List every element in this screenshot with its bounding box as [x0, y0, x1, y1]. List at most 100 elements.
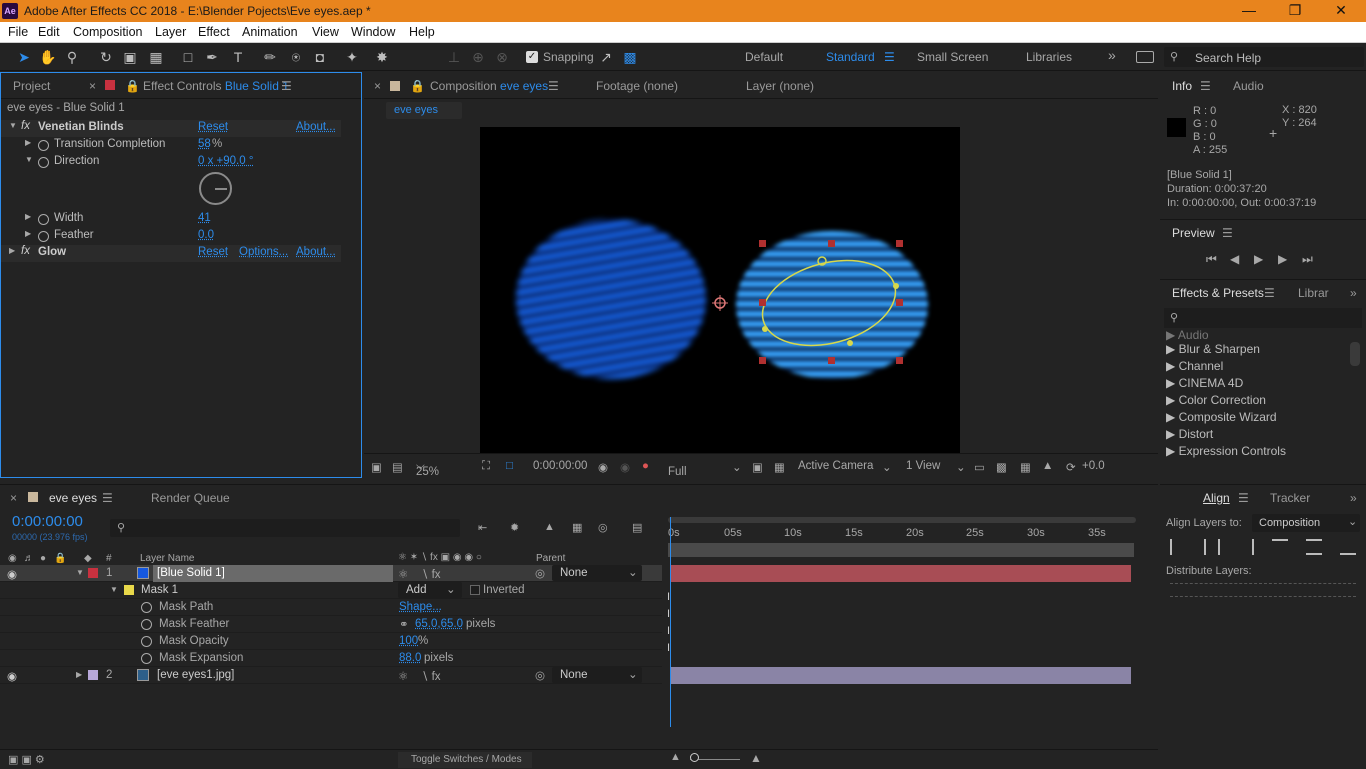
tab-footage[interactable]: Footage (none): [596, 79, 678, 93]
reset-button-glow[interactable]: Reset: [198, 246, 228, 258]
roto-brush-tool-icon[interactable]: ✦: [342, 47, 362, 67]
visibility-eye-icon[interactable]: ◉: [7, 567, 17, 581]
about-button-venetian[interactable]: About...: [296, 121, 336, 133]
layer-name[interactable]: [Blue Solid 1]: [153, 565, 393, 582]
effect-category-channel[interactable]: ▶ Channel: [1166, 359, 1223, 373]
toggle-pixel-aspect-icon[interactable]: ▭: [974, 460, 985, 474]
region-of-interest-icon[interactable]: ▣: [752, 460, 763, 474]
layer-switches[interactable]: ⚛ ∖ fx: [398, 567, 441, 581]
tab-align[interactable]: Align: [1203, 491, 1230, 505]
breadcrumb[interactable]: eve eyes: [386, 102, 462, 119]
mask-vertex[interactable]: [893, 283, 899, 289]
anchor-point-icon[interactable]: [712, 295, 728, 311]
chevron-down-icon[interactable]: ⌄: [956, 460, 966, 474]
menu-edit[interactable]: Edit: [38, 25, 60, 39]
tab-effect-controls[interactable]: Effect Controls Blue Solid 1: [143, 79, 289, 93]
local-axis-icon[interactable]: ⊥: [444, 47, 464, 67]
timeline-icon[interactable]: ▦: [1020, 460, 1031, 474]
tab-close-icon[interactable]: ×: [89, 79, 96, 93]
comp-mini-flowchart-icon[interactable]: ⇤: [478, 521, 487, 534]
lock-icon[interactable]: 🔒: [125, 79, 140, 93]
view-layout-dropdown[interactable]: 1 View: [906, 460, 940, 472]
effect-category-color[interactable]: ▶ Color Correction: [1166, 393, 1266, 407]
panel-menu-icon[interactable]: ☰: [102, 491, 113, 505]
rotation-tool-icon[interactable]: ↻: [96, 47, 116, 67]
monitor-icon[interactable]: ▤: [392, 460, 403, 474]
workspace-standard[interactable]: Standard: [826, 50, 875, 64]
align-to-dropdown[interactable]: Composition ⌄: [1252, 514, 1360, 532]
effects-presets-title[interactable]: Effects & Presets: [1172, 286, 1264, 300]
mask-handle[interactable]: [759, 299, 766, 306]
mask-handle[interactable]: [759, 357, 766, 364]
menu-layer[interactable]: Layer: [155, 25, 186, 39]
scrollbar-thumb[interactable]: [1350, 342, 1360, 366]
effects-search-field[interactable]: ⚲: [1164, 308, 1362, 328]
menu-help[interactable]: Help: [409, 25, 435, 39]
visibility-eye-icon[interactable]: ◉: [7, 669, 17, 683]
menu-window[interactable]: Window: [351, 25, 395, 39]
tab-render-queue[interactable]: Render Queue: [151, 491, 230, 505]
width-value[interactable]: 41: [198, 212, 211, 224]
selection-tool-icon[interactable]: ➤: [14, 47, 34, 67]
chevron-down-icon[interactable]: ⌄: [732, 460, 742, 474]
mask-visibility-icon[interactable]: □: [506, 460, 513, 472]
effect-category-blur[interactable]: ▶ Blur & Sharpen: [1166, 342, 1260, 356]
collapse-triangle-icon[interactable]: ▼: [25, 155, 33, 164]
pickwhip-icon[interactable]: ◎: [535, 668, 545, 682]
minimize-button[interactable]: —: [1226, 1, 1272, 21]
graph-editor-icon[interactable]: ▤: [632, 521, 642, 534]
mask-handle[interactable]: [896, 357, 903, 364]
channel-icon[interactable]: ●: [642, 460, 649, 472]
stopwatch-icon[interactable]: [141, 602, 152, 613]
mask-vertex[interactable]: [847, 340, 853, 346]
time-ruler[interactable]: 0s 05s 10s 15s 20s 25s 30s 35s: [668, 515, 1136, 557]
menu-effect[interactable]: Effect: [198, 25, 230, 39]
puppet-tool-icon[interactable]: ✸: [372, 47, 392, 67]
stopwatch-icon[interactable]: [38, 231, 49, 242]
tab-project[interactable]: Project: [13, 79, 50, 93]
menu-file[interactable]: File: [8, 25, 28, 39]
rectangle-tool-icon[interactable]: □: [178, 47, 198, 67]
direction-dial[interactable]: [199, 172, 232, 205]
effect-category-composite[interactable]: ▶ Composite Wizard: [1166, 410, 1277, 424]
mask-handle[interactable]: [828, 240, 835, 247]
stopwatch-icon[interactable]: [38, 140, 49, 151]
direction-value[interactable]: 0 x +90.0 °: [198, 155, 253, 167]
layer-bar-2[interactable]: [671, 667, 1131, 684]
zoom-dropdown[interactable]: 25% ⌵: [416, 460, 439, 478]
work-area-bar[interactable]: [668, 517, 1136, 523]
workspace-small-screen[interactable]: Small Screen: [917, 50, 988, 64]
tab-layer[interactable]: Layer (none): [746, 79, 814, 93]
type-tool-icon[interactable]: T: [228, 47, 248, 67]
align-bottom-icon[interactable]: [1340, 539, 1356, 555]
eraser-tool-icon[interactable]: ◘: [310, 47, 330, 67]
panel-menu-icon[interactable]: ☰: [548, 79, 559, 93]
first-frame-icon[interactable]: ⏮: [1206, 252, 1217, 267]
fast-previews-icon[interactable]: ▩: [996, 460, 1007, 474]
align-vcenter-icon[interactable]: [1306, 539, 1322, 555]
col-layer-name[interactable]: Layer Name: [140, 553, 194, 564]
layer-switches[interactable]: ⚛ ∖ fx: [398, 669, 441, 683]
stopwatch-icon[interactable]: [38, 214, 49, 225]
snapping-checkbox[interactable]: ✓: [526, 51, 538, 63]
align-left-icon[interactable]: [1170, 539, 1186, 555]
mask-opacity-value[interactable]: 100: [399, 635, 418, 647]
feather-value[interactable]: 0.0: [198, 229, 214, 241]
effect-venetian-blinds[interactable]: ▼ fx Venetian Blinds Reset About...: [1, 120, 341, 137]
tab-info[interactable]: Info: [1172, 79, 1192, 93]
mask-name[interactable]: Mask 1: [141, 584, 178, 596]
layer-row-2[interactable]: ◉ ▶ 2 [eve eyes1.jpg] ⚛ ∖ fx ◎ None ⌄: [0, 667, 662, 684]
stopwatch-icon[interactable]: [141, 619, 152, 630]
layer-row-1[interactable]: ◉ ▼ 1 [Blue Solid 1] ⚛ ∖ fx ◎ None ⌄: [0, 565, 662, 582]
snapshot-icon[interactable]: ◉: [598, 460, 608, 474]
options-button-glow[interactable]: Options...: [239, 246, 288, 258]
tab-composition[interactable]: Composition eve eyes: [430, 79, 548, 93]
restore-button[interactable]: ❐: [1272, 1, 1318, 21]
mask-color-swatch[interactable]: [124, 585, 134, 595]
mask-feather-value[interactable]: 65.0,65.0: [415, 618, 463, 630]
mask-overlay[interactable]: [480, 127, 960, 453]
camera-tool-icon[interactable]: ▣: [120, 47, 140, 67]
playhead[interactable]: [670, 517, 671, 727]
workspace-menu-icon[interactable]: ☰: [884, 50, 895, 64]
zoom-slider-handle[interactable]: [690, 753, 699, 762]
